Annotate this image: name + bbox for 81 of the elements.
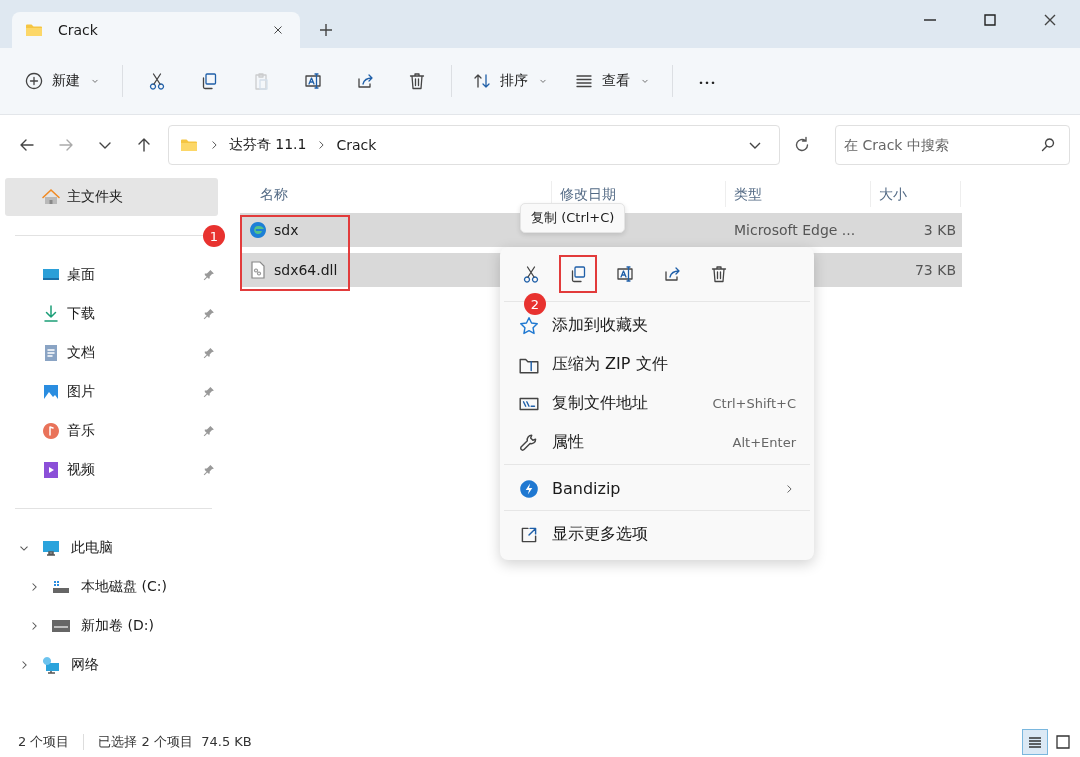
menu-label: 压缩为 ZIP 文件 (552, 354, 669, 375)
column-header[interactable]: 类型 (726, 181, 871, 207)
item-count: 2 个项目 (18, 733, 70, 751)
plus-circle-icon (24, 71, 44, 91)
trash-icon (709, 264, 729, 284)
tree-label: 此电脑 (71, 538, 113, 557)
window-tab[interactable]: Crack (12, 12, 300, 48)
tree-item[interactable]: 新加卷 (D:) (5, 606, 222, 645)
menu-label: Bandizip (552, 479, 622, 498)
tree-label: 新加卷 (D:) (81, 616, 154, 635)
step-badge: 1 (203, 225, 225, 247)
file-size: 73 KB (914, 262, 956, 278)
tree-label: 网络 (71, 655, 99, 674)
sidebar-item[interactable]: 音乐 (5, 411, 222, 450)
file-type: Microsoft Edge ... (734, 222, 856, 238)
menu-item[interactable]: 显示更多选项 (504, 515, 810, 554)
rename-icon (615, 264, 635, 284)
sidebar-label: 视频 (67, 460, 96, 479)
menu-label: 属性 (552, 432, 585, 453)
sidebar-label: 文档 (67, 343, 96, 362)
sidebar-item[interactable]: 图片 (5, 372, 222, 411)
file-name: sdx64.dll (274, 262, 338, 278)
sort-button[interactable]: 排序 (462, 63, 560, 99)
sidebar-label: 桌面 (67, 265, 96, 284)
sidebar-label: 图片 (67, 382, 96, 401)
sidebar-label: 下载 (67, 304, 96, 323)
pin-icon[interactable] (202, 462, 216, 477)
view-button[interactable]: 查看 (564, 63, 662, 99)
sidebar-item[interactable]: 桌面 (5, 255, 222, 294)
new-button[interactable]: 新建 (14, 63, 112, 99)
scissors-icon (521, 264, 541, 284)
column-header[interactable]: 大小 (871, 181, 961, 207)
scissors-icon (147, 71, 167, 91)
menu-label: 添加到收藏夹 (552, 315, 649, 336)
rename-icon (303, 71, 323, 91)
sidebar-label: 音乐 (67, 421, 96, 440)
house-icon (41, 187, 61, 207)
pin-icon[interactable] (202, 384, 216, 399)
tree-item[interactable]: 网络 (5, 645, 222, 684)
edge-icon (248, 220, 268, 240)
sidebar-label: 主文件夹 (67, 188, 123, 206)
tree-label: 本地磁盘 (C:) (81, 577, 167, 596)
menu-item[interactable]: 属性 Alt+Enter (504, 423, 810, 462)
lightning-icon (518, 477, 540, 500)
address-bar[interactable]: 达芬奇 11.1 Crack (167, 125, 781, 165)
pin-icon[interactable] (202, 267, 216, 282)
copy-button[interactable] (559, 255, 597, 293)
sidebar-item[interactable]: 视频 (5, 450, 222, 489)
step-badge: 2 (524, 293, 546, 315)
shortcut-text: Alt+Enter (732, 435, 796, 450)
shortcut-text: Ctrl+Shift+C (712, 396, 796, 411)
sidebar-item[interactable]: 下载 (5, 294, 222, 333)
breadcrumb[interactable]: 达芬奇 11.1 (228, 136, 307, 154)
sidebar-item[interactable]: 主文件夹 (5, 178, 218, 216)
menu-item[interactable]: 压缩为 ZIP 文件 (504, 345, 810, 384)
file-name: sdx (274, 222, 299, 238)
pin-icon[interactable] (202, 345, 216, 360)
star-icon (518, 314, 540, 337)
tiles-view-icon (1053, 732, 1073, 752)
download-icon (41, 303, 61, 324)
search-field[interactable]: 在 Crack 中搜索 (835, 125, 1071, 165)
pin-icon[interactable] (202, 306, 216, 321)
menu-label: 显示更多选项 (552, 524, 649, 545)
trash-icon (407, 71, 427, 91)
menu-label: 复制文件地址 (552, 393, 649, 414)
menu-item[interactable]: 复制文件地址 Ctrl+Shift+C (504, 384, 810, 423)
sidebar-item[interactable]: 文档 (5, 333, 222, 372)
file-size: 3 KB (923, 222, 956, 238)
music-icon (41, 420, 61, 441)
pin-icon[interactable] (202, 423, 216, 438)
tab-title: Crack (58, 22, 99, 38)
tree-item[interactable]: 此电脑 (5, 528, 222, 567)
file-icon (248, 260, 268, 280)
video-icon (41, 459, 61, 480)
details-view-button[interactable] (1022, 729, 1048, 755)
network-icon (41, 654, 61, 675)
menu-item[interactable]: Bandizip (504, 469, 810, 508)
selection-info: 已选择 2 个项目 74.5 KB (98, 733, 252, 751)
tooltip: 复制 (Ctrl+C) (520, 203, 626, 233)
breadcrumb[interactable]: Crack (336, 137, 377, 153)
tree-item[interactable]: 本地磁盘 (C:) (5, 567, 222, 606)
